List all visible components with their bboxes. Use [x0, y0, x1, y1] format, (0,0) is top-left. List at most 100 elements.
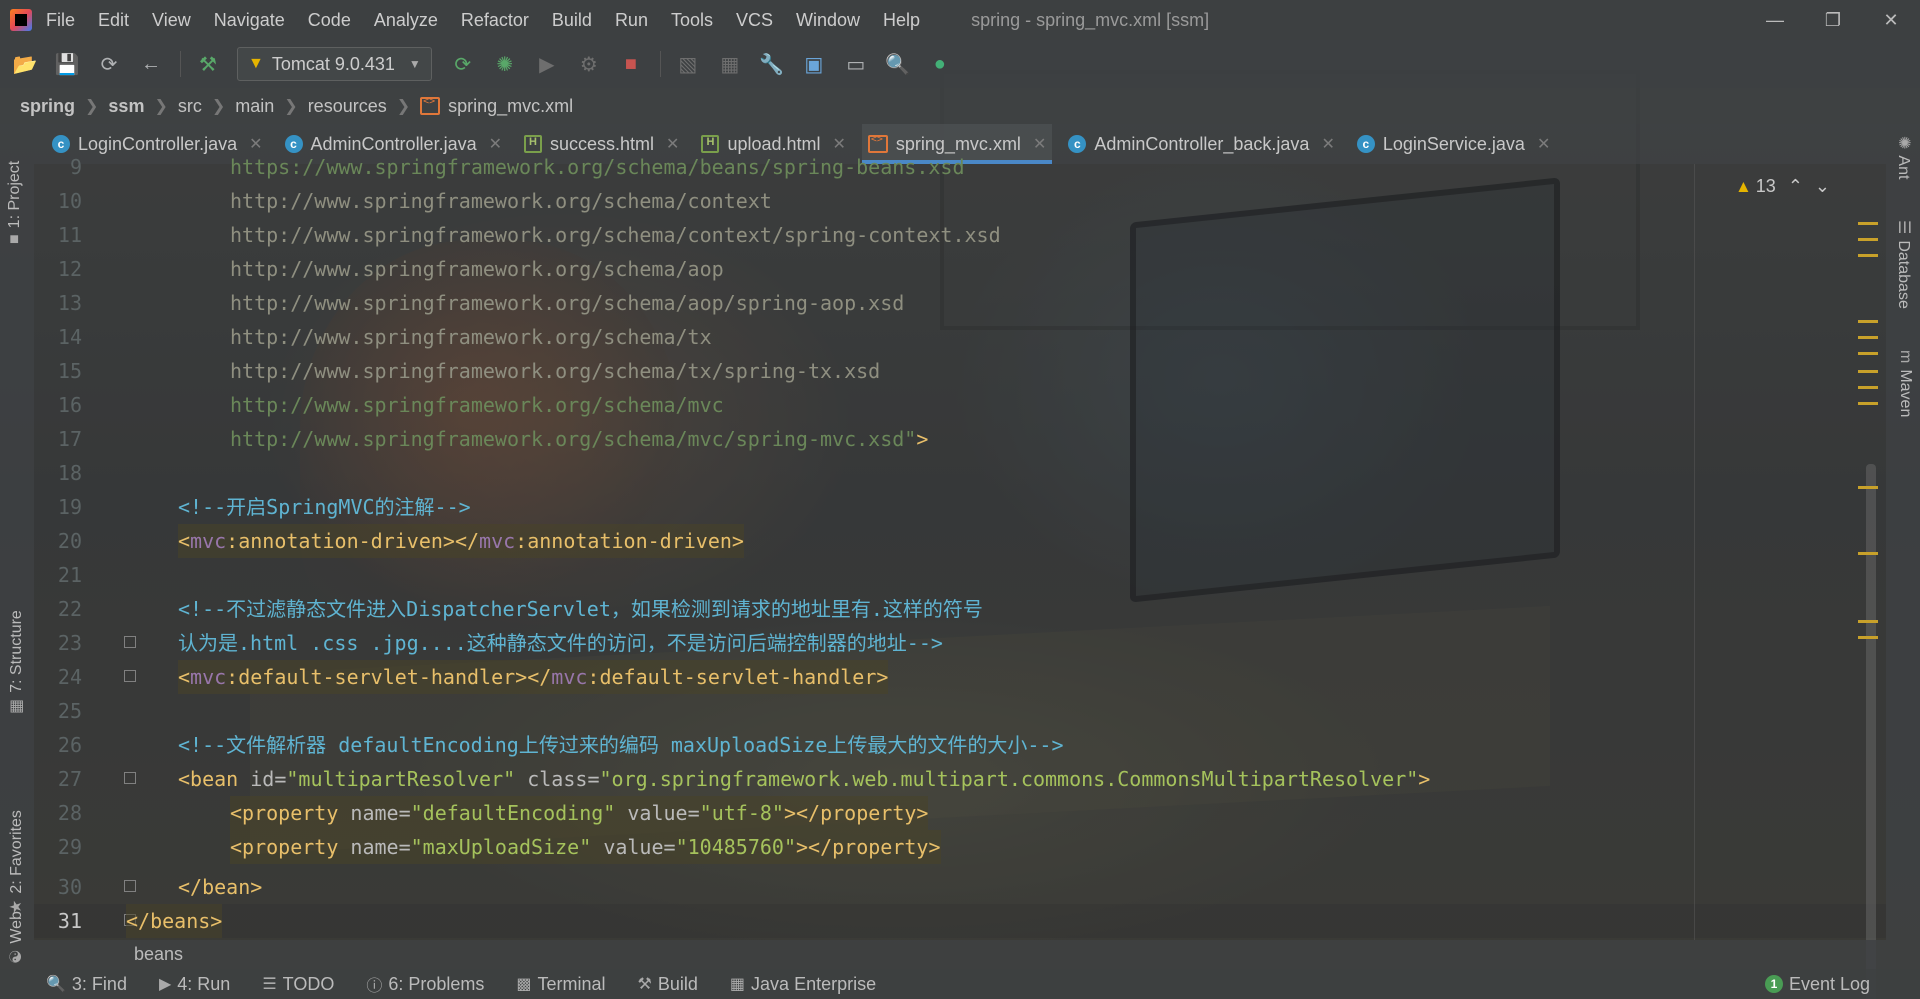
inspection-widget[interactable]: ▲ 13 ⌃ ⌄ — [1735, 176, 1830, 197]
line-number: 29 — [57, 835, 82, 859]
menu-edit[interactable]: Edit — [98, 10, 129, 31]
code-line-13: http://www.springframework.org/schema/ao… — [230, 291, 905, 315]
back-arrow-icon[interactable]: ← — [138, 51, 164, 77]
tool-terminal[interactable]: ▩ Terminal — [516, 974, 605, 995]
tool-run[interactable]: ▶ 4: Run — [159, 974, 230, 995]
run-configuration-select[interactable]: ▼ Tomcat 9.0.431 ▼ — [237, 47, 432, 81]
warning-marker[interactable] — [1858, 386, 1878, 389]
code-token: "multipartResolver" — [286, 767, 516, 791]
coverage-icon[interactable]: ▶ — [534, 51, 560, 77]
code-content[interactable]: https://www.springframework.org/schema/b… — [126, 155, 1734, 940]
code-line-22: <!--不过滤静态文件进入DispatcherServlet，如果检测到请求的地… — [178, 597, 983, 621]
warning-count[interactable]: ▲ 13 — [1735, 176, 1776, 197]
line-number: 25 — [57, 699, 82, 723]
menu-code[interactable]: Code — [308, 10, 351, 31]
presentation-icon[interactable]: ▭ — [843, 51, 869, 77]
line-number: 24 — [57, 665, 82, 689]
close-tab-icon[interactable]: ✕ — [1537, 134, 1550, 154]
menu-navigate[interactable]: Navigate — [214, 10, 285, 31]
restore-icon[interactable]: ❐ — [1804, 0, 1862, 40]
tool-window-web[interactable]: ☯ Web — [6, 911, 26, 964]
code-line-29: <property name="maxUploadSize" value="10… — [230, 830, 941, 864]
code-editor[interactable]: 9 10 11 12 13 14 15 16 17 18 19 20 21 22… — [34, 155, 1886, 999]
code-token: :annotation-driven> — [515, 529, 744, 553]
tool-find[interactable]: 🔍 3: Find — [46, 974, 127, 995]
line-number-gutter[interactable]: 9 10 11 12 13 14 15 16 17 18 19 20 21 22… — [34, 155, 110, 940]
tool-window-favorites[interactable]: ★2: Favorites — [6, 810, 26, 914]
code-token: < — [178, 665, 191, 689]
info-icon: ⓘ — [366, 978, 383, 995]
code-token: :default-servlet-handler> — [587, 665, 889, 689]
code-line-12: http://www.springframework.org/schema/ao… — [230, 257, 724, 281]
menu-tools[interactable]: Tools — [671, 10, 713, 31]
tool-terminal-label: Terminal — [537, 973, 606, 994]
stop-icon[interactable]: ■ — [618, 51, 644, 77]
search-everywhere-icon[interactable]: 🔍 — [885, 51, 911, 77]
project-structure-icon[interactable]: ▣ — [801, 51, 827, 77]
code-token: value — [627, 801, 688, 825]
save-all-icon[interactable]: 💾 — [54, 51, 80, 77]
editor-breadcrumb-item[interactable]: beans — [134, 944, 183, 964]
next-highlight-icon[interactable]: ⌄ — [1815, 176, 1830, 197]
editor-scrollbar[interactable] — [1866, 464, 1876, 999]
tool-build[interactable]: ⚒ Build — [638, 974, 698, 995]
tool-window-structure[interactable]: ▦ 7: Structure — [6, 610, 26, 714]
warning-marker[interactable] — [1858, 552, 1878, 555]
toolbar-separator — [180, 51, 181, 77]
tool-problems[interactable]: ⓘ 6: Problems — [366, 972, 484, 996]
build-hammer-icon[interactable]: ⚒ — [195, 51, 221, 77]
debug-bug-icon[interactable]: ✺ — [492, 51, 518, 77]
tab-admincontroller-back[interactable]: c AdminController_back.java ✕ — [1062, 124, 1341, 164]
tool-window-maven[interactable]: m Maven — [1896, 350, 1914, 417]
event-log[interactable]: 1 Event Log — [1764, 969, 1870, 999]
tool-todo[interactable]: ☰ TODO — [262, 974, 334, 995]
warning-marker[interactable] — [1858, 620, 1878, 623]
tab-loginservice[interactable]: c LoginService.java ✕ — [1351, 124, 1557, 164]
breadcrumb-project[interactable]: spring — [20, 96, 75, 117]
menu-analyze[interactable]: Analyze — [374, 10, 438, 31]
breadcrumb-file[interactable]: spring_mvc.xml — [448, 96, 573, 117]
rerun-icon[interactable]: ⟳ — [450, 51, 476, 77]
previous-highlight-icon[interactable]: ⌃ — [1788, 176, 1803, 197]
breadcrumb-module[interactable]: ssm — [108, 96, 144, 117]
settings-wrench-icon[interactable]: 🔧 — [759, 51, 785, 77]
warning-marker[interactable] — [1858, 336, 1878, 339]
menu-help[interactable]: Help — [883, 10, 920, 31]
menu-file[interactable]: File — [46, 10, 75, 31]
warning-marker[interactable] — [1858, 402, 1878, 405]
warning-marker[interactable] — [1858, 254, 1878, 257]
warning-marker[interactable] — [1858, 352, 1878, 355]
menu-build[interactable]: Build — [552, 10, 592, 31]
warning-marker[interactable] — [1858, 222, 1878, 225]
menu-view[interactable]: View — [152, 10, 191, 31]
maven-icon: m — [1897, 350, 1914, 364]
tool-window-project[interactable]: ■ 1: Project — [6, 161, 24, 244]
breadcrumb-src[interactable]: src — [178, 96, 202, 117]
open-folder-icon[interactable]: 📂 — [12, 51, 38, 77]
warning-marker[interactable] — [1858, 370, 1878, 373]
close-tab-icon[interactable]: ✕ — [1321, 134, 1334, 154]
tool-java-enterprise[interactable]: ▦ Java Enterprise — [730, 974, 876, 995]
menu-window[interactable]: Window — [796, 10, 860, 31]
menu-run[interactable]: Run — [615, 10, 648, 31]
attach-debugger-icon[interactable]: ▧ — [675, 51, 701, 77]
breadcrumb-resources[interactable]: resources — [308, 96, 387, 117]
tool-window-ant[interactable]: ✺ Ant — [1894, 136, 1914, 179]
warning-marker[interactable] — [1858, 238, 1878, 241]
menu-refactor[interactable]: Refactor — [461, 10, 529, 31]
warning-marker[interactable] — [1858, 486, 1878, 489]
sync-icon[interactable]: ⟳ — [96, 51, 122, 77]
breadcrumb-main[interactable]: main — [235, 96, 274, 117]
plugin-status-icon[interactable]: ● — [927, 51, 953, 77]
modules-icon[interactable]: ▦ — [717, 51, 743, 77]
close-window-icon[interactable]: ✕ — [1862, 0, 1920, 40]
menu-vcs[interactable]: VCS — [736, 10, 773, 31]
warning-marker[interactable] — [1858, 320, 1878, 323]
minimize-icon[interactable]: — — [1746, 0, 1804, 40]
java-class-icon: c — [1068, 135, 1087, 153]
editor-breadcrumb[interactable]: beans — [34, 940, 1886, 969]
tool-window-database[interactable]: ☰ Database — [1894, 220, 1914, 309]
close-tab-icon[interactable]: ✕ — [1033, 134, 1046, 154]
profile-icon[interactable]: ⚙ — [576, 51, 602, 77]
warning-marker[interactable] — [1858, 636, 1878, 639]
